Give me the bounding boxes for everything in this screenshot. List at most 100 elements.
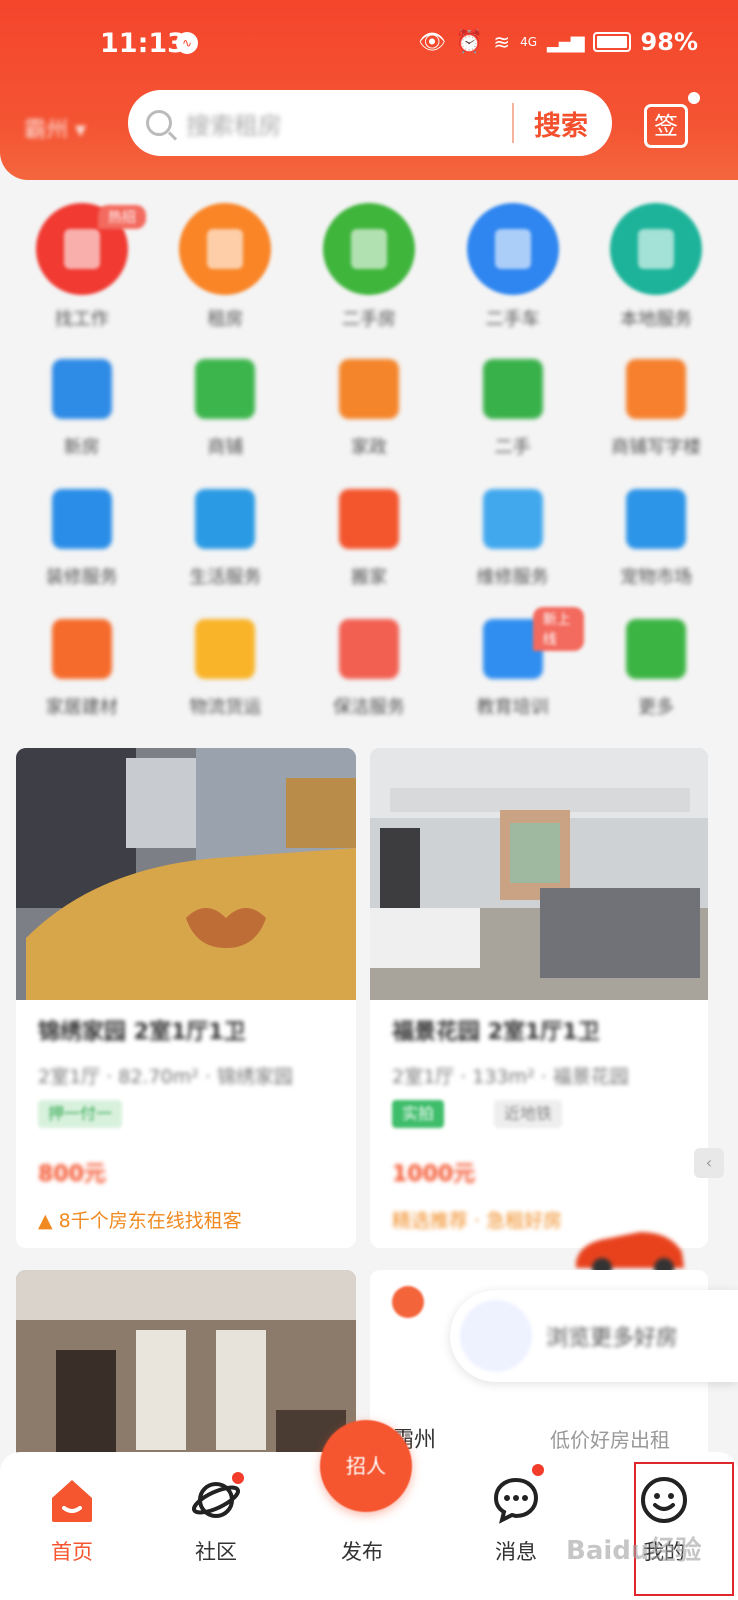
listing-price: 800元 — [38, 1162, 106, 1187]
tab-label: 首页 — [51, 1540, 93, 1564]
category-label: 本地服务 — [620, 309, 693, 330]
category-label: 宠物市场 — [620, 567, 693, 588]
category-label: 找工作 — [54, 309, 109, 330]
tab-label: 社区 — [195, 1540, 237, 1564]
tab-home[interactable]: 首页 — [12, 1452, 132, 1600]
storefront-icon — [626, 359, 687, 419]
listing-card[interactable]: 福景花园 2室1厅1卫 2室1厅 · 133m² · 福景花园 实拍 近地铁 1… — [370, 748, 708, 1248]
furniture-icon — [51, 619, 112, 679]
category-item[interactable]: 二手车 — [441, 203, 585, 331]
category-item[interactable]: 生活服务 — [154, 485, 298, 589]
listing-tag: 实拍 — [392, 1100, 445, 1128]
listing-subtitle: 低价好房出租 — [550, 1428, 670, 1452]
listing-photo-room — [16, 1270, 356, 1470]
status-icons: 👁 ⏰ ≋ 4G ▂▄▆ 98% — [418, 28, 698, 56]
avatar — [392, 1286, 424, 1318]
search-button[interactable]: 搜索 — [514, 104, 612, 143]
listing-photo-bedroom — [16, 748, 356, 1000]
listing-price: 1000元 — [392, 1162, 476, 1187]
wifi-icon: ≋ — [493, 30, 511, 54]
second-hand-icon — [482, 359, 543, 419]
life-service-icon — [195, 489, 256, 549]
decoration-icon — [51, 489, 112, 549]
category-item[interactable]: 搬家 — [297, 485, 441, 589]
local-service-icon — [610, 203, 703, 295]
collapse-arrow-icon[interactable]: ‹ — [694, 1148, 724, 1178]
listing-subtitle: 2室1厅 · 133m² · 福景花园 — [392, 1066, 629, 1088]
fire-icon: ▲ — [38, 1210, 53, 1232]
cleaning-icon — [338, 619, 399, 679]
category-label: 家居建材 — [45, 697, 118, 718]
category-item[interactable]: 装修服务 — [10, 485, 154, 589]
home-icon — [52, 1480, 92, 1522]
category-item[interactable]: 二手房 — [297, 203, 441, 331]
city-selector[interactable]: 霸州 ▾ — [24, 112, 86, 144]
category-item[interactable]: 物流货运 — [154, 615, 298, 719]
category-row-4: 家居建材 物流货运 保洁服务 新上线 教育培训 更多 — [10, 607, 728, 719]
category-item[interactable]: 家政 — [297, 355, 441, 459]
listing-card[interactable]: 锦绣家园 2室1厅1卫 2室1厅 · 82.70m² · 锦绣家园 押一付一 8… — [16, 748, 356, 1248]
checkin-calendar-icon[interactable]: 签 — [644, 104, 688, 148]
listing-note: 精选推荐 · 急租好房 — [392, 1210, 563, 1232]
network-type: 4G — [520, 35, 538, 49]
category-label: 租房 — [207, 309, 244, 330]
category-badge: 热招 — [98, 205, 146, 229]
category-item[interactable]: 更多 — [584, 615, 728, 719]
rent-icon — [179, 203, 272, 295]
category-item[interactable]: 宠物市场 — [584, 485, 728, 589]
listing-tag: 押一付一 — [38, 1100, 123, 1128]
category-badge: 新上线 — [532, 607, 585, 651]
category-label: 商铺 — [207, 437, 244, 458]
category-item[interactable]: 租房 — [154, 203, 298, 331]
category-label: 物流货运 — [189, 697, 262, 718]
new-house-icon — [51, 359, 112, 419]
status-bar: 11:13 ∿ 👁 ⏰ ≋ 4G ▂▄▆ 98% — [0, 20, 738, 70]
category-label: 二手房 — [341, 309, 396, 330]
category-label: 二手 — [494, 437, 531, 458]
signal-icon: ▂▄▆ — [547, 31, 585, 53]
category-item[interactable]: 新上线 教育培训 — [441, 607, 585, 719]
used-car-icon — [466, 203, 559, 295]
category-item[interactable]: 商铺写字楼 — [584, 355, 728, 459]
moving-truck-icon — [338, 489, 399, 549]
highlight-box — [634, 1462, 734, 1596]
repair-icon — [482, 489, 543, 549]
tab-community[interactable]: 社区 — [156, 1452, 276, 1600]
tab-messages[interactable]: 消息 — [456, 1452, 576, 1600]
listing-subtitle: 2室1厅 · 82.70m² · 锦绣家园 — [38, 1066, 293, 1088]
category-label: 生活服务 — [189, 567, 262, 588]
logistics-icon — [195, 619, 256, 679]
publish-button[interactable]: 招人 — [320, 1420, 412, 1512]
category-item[interactable]: 家居建材 — [10, 615, 154, 719]
listing-title: 锦绣家园 2室1厅1卫 — [38, 1020, 246, 1045]
category-item[interactable]: 维修服务 — [441, 485, 585, 589]
battery-level: 98% — [640, 28, 698, 56]
search-input[interactable]: 搜索租房 — [186, 106, 512, 141]
category-item[interactable]: 热招 找工作 — [10, 203, 154, 331]
category-item[interactable]: 新房 — [10, 355, 154, 459]
status-time: 11:13 — [100, 28, 186, 59]
category-label: 家政 — [350, 437, 387, 458]
category-item[interactable]: 本地服务 — [584, 203, 728, 331]
category-item[interactable]: 二手 — [441, 355, 585, 459]
category-item[interactable]: 商铺 — [154, 355, 298, 459]
alarm-icon: ⏰ — [455, 29, 484, 55]
category-label: 搬家 — [350, 567, 387, 588]
notify-dot — [230, 1470, 246, 1486]
floating-popup[interactable]: 浏览更多好房 — [450, 1290, 738, 1382]
search-box[interactable]: 搜索租房 搜索 — [128, 90, 612, 156]
category-row-3: 装修服务 生活服务 搬家 维修服务 宠物市场 — [10, 485, 728, 589]
listing-photo-living-room — [370, 748, 708, 1000]
checkin-notify-dot — [688, 92, 700, 104]
category-item[interactable]: 保洁服务 — [297, 615, 441, 719]
eye-icon: 👁 — [417, 29, 446, 55]
category-label: 装修服务 — [45, 567, 118, 588]
watermark: Baidu经验 — [566, 1536, 702, 1566]
chat-bubble-icon — [493, 1477, 539, 1524]
listing-card[interactable] — [16, 1270, 356, 1470]
listing-title: 福景花园 2室1厅1卫 — [392, 1020, 600, 1045]
listing-note-text: 8千个房东在线找租客 — [58, 1210, 242, 1232]
category-label: 商铺写字楼 — [611, 437, 702, 458]
search-icon — [146, 110, 172, 136]
tab-label: 发布 — [341, 1540, 383, 1564]
